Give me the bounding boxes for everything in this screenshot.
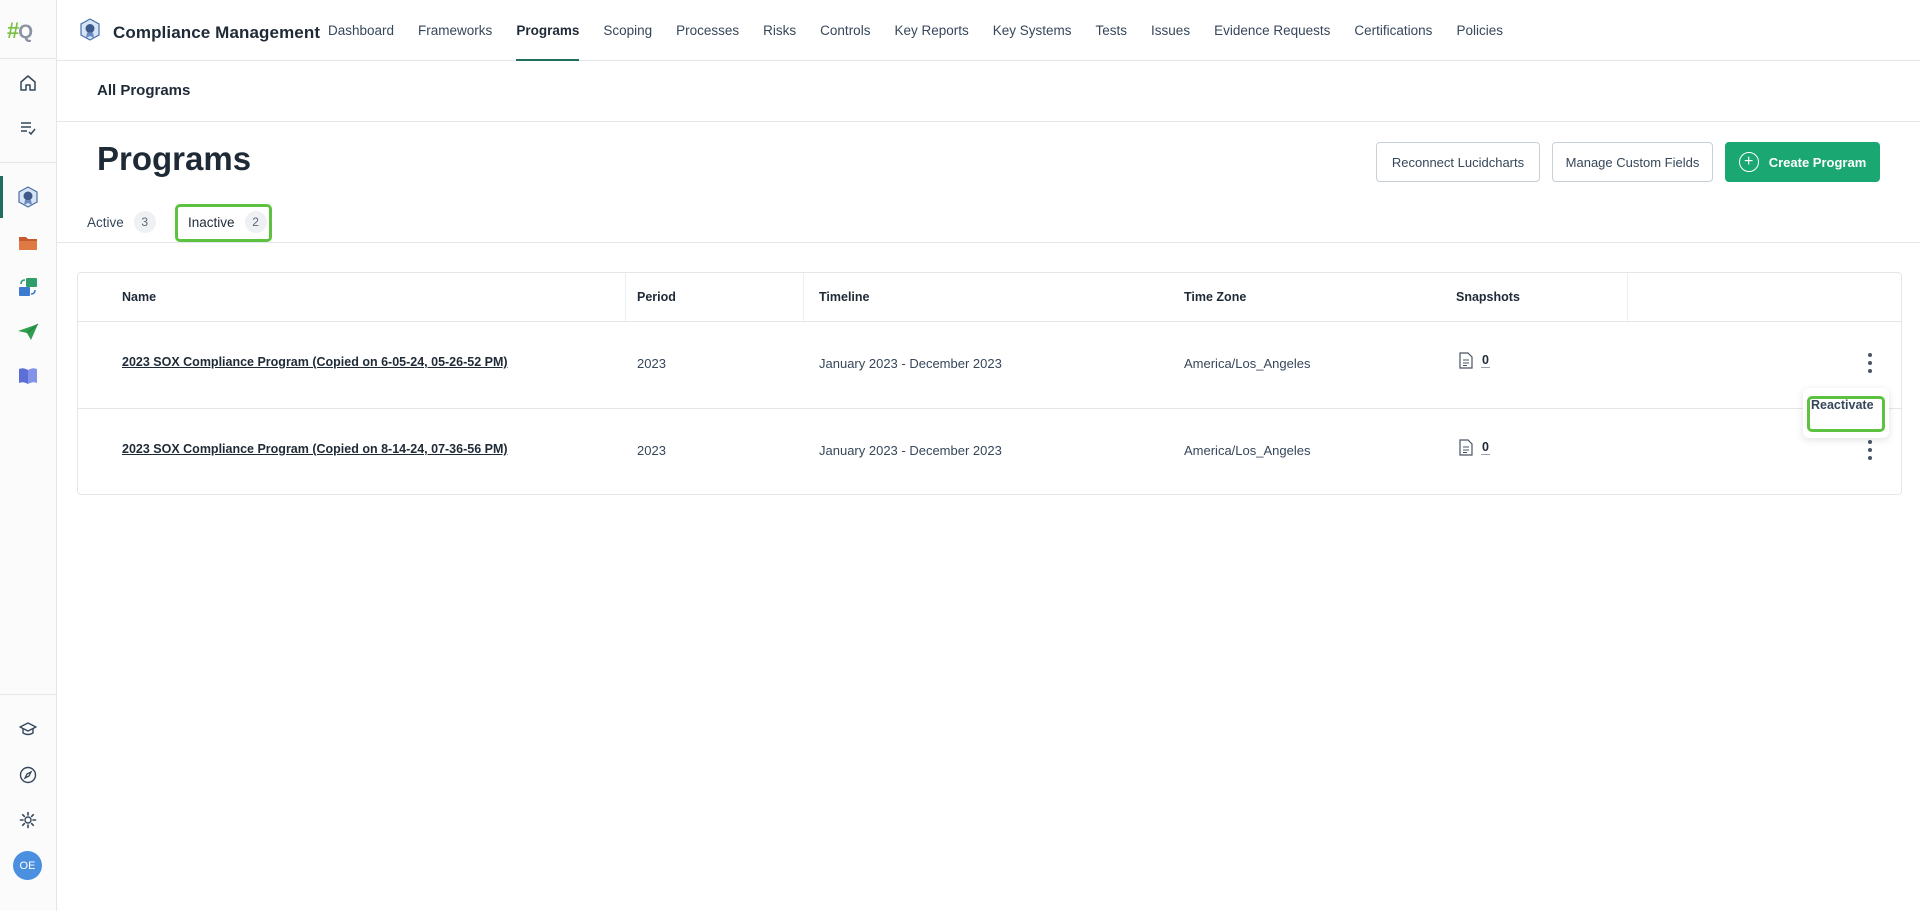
column-header-time-zone[interactable]: Time Zone — [1184, 273, 1246, 321]
nav-policies[interactable]: Policies — [1456, 0, 1503, 61]
tab-label: Inactive — [188, 214, 235, 230]
tab-count-badge: 3 — [133, 211, 156, 233]
tabs-divider — [57, 242, 1920, 243]
column-header-timeline[interactable]: Timeline — [819, 273, 869, 321]
nav-evidence-requests[interactable]: Evidence Requests — [1214, 0, 1330, 61]
reactivate-menu-item[interactable]: Reactivate — [1811, 398, 1874, 412]
rail-divider — [0, 162, 56, 163]
page-title: Programs — [97, 140, 252, 177]
snapshot-count: 0 — [1481, 440, 1490, 455]
gear-icon[interactable] — [14, 806, 42, 834]
send-plane-icon[interactable] — [14, 318, 42, 346]
column-header-name[interactable]: Name — [122, 273, 156, 321]
column-header-period[interactable]: Period — [637, 273, 676, 321]
user-avatar[interactable]: OE — [13, 851, 42, 880]
nav-scoping[interactable]: Scoping — [603, 0, 652, 61]
tab-count-badge: 2 — [244, 211, 267, 233]
rail-divider — [0, 58, 56, 59]
breadcrumb-bar: All Programs — [57, 61, 1920, 122]
snapshots-cell[interactable]: 0 — [1459, 352, 1490, 369]
tab-active[interactable]: Active 3 — [87, 204, 156, 240]
tab-inactive[interactable]: Inactive 2 — [188, 204, 267, 240]
nav-key-reports[interactable]: Key Reports — [894, 0, 968, 61]
folder-icon[interactable] — [14, 229, 42, 257]
nav-key-systems[interactable]: Key Systems — [993, 0, 1072, 61]
column-separator — [1627, 273, 1628, 321]
primary-nav: Dashboard Frameworks Programs Scoping Pr… — [328, 0, 1503, 61]
programs-table: Name Period Timeline Time Zone Snapshots… — [77, 272, 1902, 495]
compliance-badge-icon — [79, 18, 101, 47]
program-timeline: January 2023 - December 2023 — [819, 443, 1002, 458]
left-rail: #Q OE — [0, 0, 57, 911]
row-actions-kebab-icon[interactable] — [1865, 353, 1875, 373]
nav-tests[interactable]: Tests — [1096, 0, 1128, 61]
nav-certifications[interactable]: Certifications — [1354, 0, 1432, 61]
row-actions-menu: Reactivate — [1803, 388, 1889, 438]
nav-programs[interactable]: Programs — [516, 0, 580, 61]
program-timeline: January 2023 - December 2023 — [819, 356, 1002, 371]
nav-risks[interactable]: Risks — [763, 0, 796, 61]
program-period: 2023 — [637, 356, 666, 371]
graduation-cap-icon[interactable] — [14, 715, 42, 743]
home-icon[interactable] — [14, 69, 42, 97]
logo-letter: Q — [18, 22, 33, 43]
plus-circle-icon: + — [1738, 152, 1759, 172]
snapshots-cell[interactable]: 0 — [1459, 439, 1490, 456]
program-time-zone: America/Los_Angeles — [1184, 443, 1311, 458]
top-nav: Compliance Management Dashboard Framewor… — [57, 0, 1920, 61]
row-actions-kebab-icon[interactable] — [1865, 440, 1875, 460]
task-list-icon[interactable] — [14, 114, 42, 142]
compass-icon[interactable] — [14, 761, 42, 789]
nav-issues[interactable]: Issues — [1151, 0, 1190, 61]
row-divider — [78, 408, 1901, 409]
program-time-zone: America/Los_Angeles — [1184, 356, 1311, 371]
column-separator — [803, 273, 804, 321]
document-icon — [1459, 352, 1473, 369]
program-period: 2023 — [637, 443, 666, 458]
program-name-link[interactable]: 2023 SOX Compliance Program (Copied on 6… — [122, 355, 508, 369]
create-program-label: Create Program — [1768, 154, 1867, 170]
app-title: Compliance Management — [113, 22, 321, 42]
header-divider — [78, 321, 1901, 322]
nav-processes[interactable]: Processes — [676, 0, 739, 61]
breadcrumb[interactable]: All Programs — [97, 82, 190, 99]
sync-servers-icon[interactable] — [14, 273, 42, 301]
compliance-badge-icon[interactable] — [14, 183, 42, 211]
app-logo[interactable]: #Q — [7, 18, 33, 44]
column-separator — [625, 273, 626, 321]
rail-active-indicator — [0, 176, 3, 218]
book-icon[interactable] — [14, 362, 42, 390]
nav-dashboard[interactable]: Dashboard — [328, 0, 394, 61]
app-brand[interactable]: Compliance Management — [79, 18, 320, 47]
manage-custom-fields-button[interactable]: Manage Custom Fields — [1552, 142, 1713, 182]
nav-frameworks[interactable]: Frameworks — [418, 0, 492, 61]
reconnect-lucidcharts-button[interactable]: Reconnect Lucidcharts — [1376, 142, 1540, 182]
logo-hash: # — [7, 18, 19, 43]
snapshot-count: 0 — [1481, 353, 1490, 368]
create-program-button[interactable]: + Create Program — [1725, 142, 1880, 182]
document-icon — [1459, 439, 1473, 456]
tab-label: Active — [87, 214, 124, 230]
column-header-snapshots[interactable]: Snapshots — [1456, 273, 1520, 321]
program-name-link[interactable]: 2023 SOX Compliance Program (Copied on 8… — [122, 442, 508, 456]
rail-divider — [0, 694, 56, 695]
nav-controls[interactable]: Controls — [820, 0, 870, 61]
